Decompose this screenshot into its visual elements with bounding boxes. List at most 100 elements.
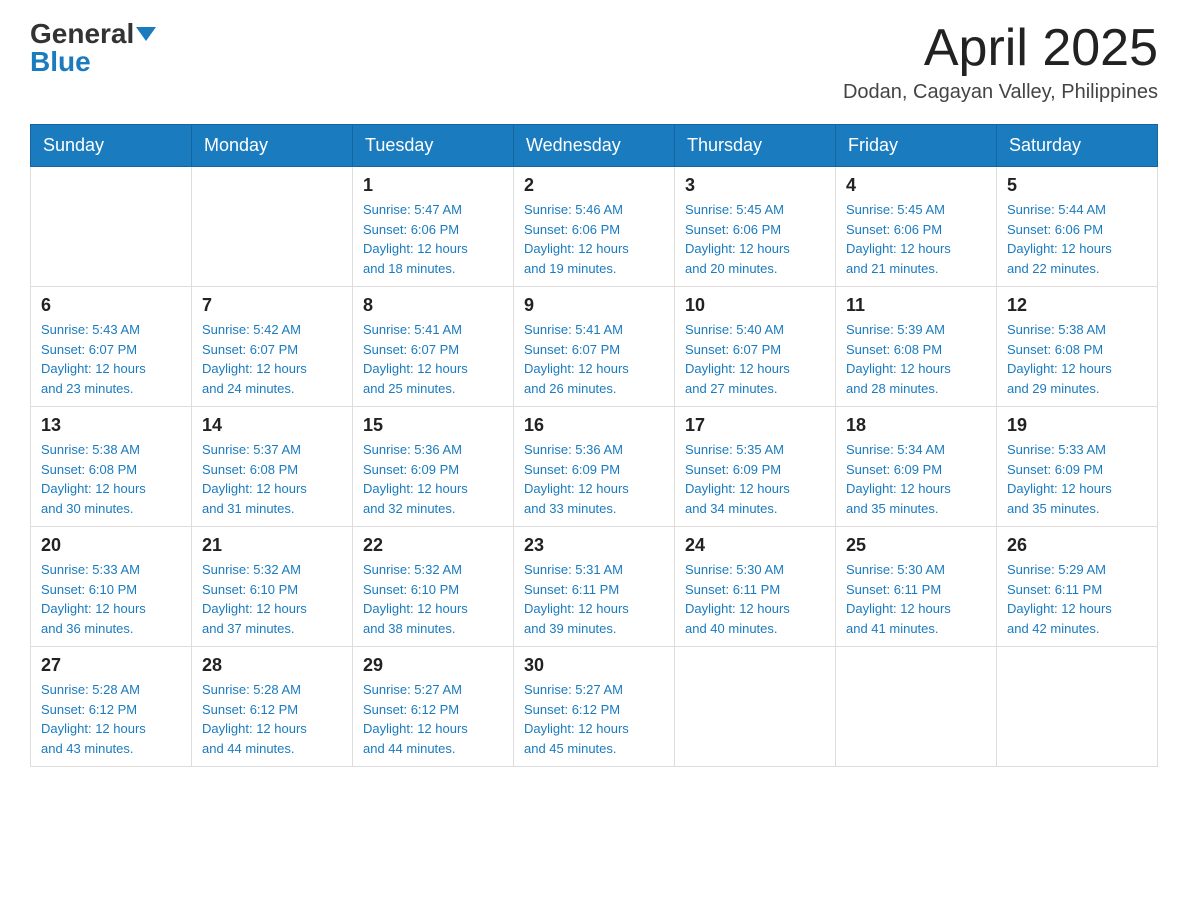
day-info: Sunrise: 5:41 AM Sunset: 6:07 PM Dayligh…: [524, 320, 664, 398]
day-info: Sunrise: 5:40 AM Sunset: 6:07 PM Dayligh…: [685, 320, 825, 398]
day-number: 21: [202, 535, 342, 556]
calendar-cell: 22 Sunrise: 5:32 AM Sunset: 6:10 PM Dayli…: [353, 527, 514, 647]
week-row-1: 1 Sunrise: 5:47 AM Sunset: 6:06 PM Daylig…: [31, 167, 1158, 287]
weekday-header-wednesday: Wednesday: [514, 125, 675, 167]
day-number: 23: [524, 535, 664, 556]
day-number: 30: [524, 655, 664, 676]
calendar-cell: 18 Sunrise: 5:34 AM Sunset: 6:09 PM Dayli…: [836, 407, 997, 527]
day-number: 11: [846, 295, 986, 316]
day-number: 17: [685, 415, 825, 436]
day-info: Sunrise: 5:36 AM Sunset: 6:09 PM Dayligh…: [363, 440, 503, 518]
week-row-3: 13 Sunrise: 5:38 AM Sunset: 6:08 PM Dayli…: [31, 407, 1158, 527]
location-subtitle: Dodan, Cagayan Valley, Philippines: [843, 81, 1158, 104]
day-number: 19: [1007, 415, 1147, 436]
day-info: Sunrise: 5:27 AM Sunset: 6:12 PM Dayligh…: [363, 680, 503, 758]
day-info: Sunrise: 5:34 AM Sunset: 6:09 PM Dayligh…: [846, 440, 986, 518]
day-number: 5: [1007, 175, 1147, 196]
day-number: 26: [1007, 535, 1147, 556]
calendar-cell: 2 Sunrise: 5:46 AM Sunset: 6:06 PM Daylig…: [514, 167, 675, 287]
day-info: Sunrise: 5:33 AM Sunset: 6:09 PM Dayligh…: [1007, 440, 1147, 518]
weekday-header-friday: Friday: [836, 125, 997, 167]
calendar-cell: 14 Sunrise: 5:37 AM Sunset: 6:08 PM Dayli…: [192, 407, 353, 527]
day-info: Sunrise: 5:43 AM Sunset: 6:07 PM Dayligh…: [41, 320, 181, 398]
calendar-cell: [997, 647, 1158, 767]
calendar-cell: 6Sunrise: 5:43 AM Sunset: 6:07 PM Daylig…: [31, 287, 192, 407]
day-info: Sunrise: 5:29 AM Sunset: 6:11 PM Dayligh…: [1007, 560, 1147, 638]
day-info: Sunrise: 5:30 AM Sunset: 6:11 PM Dayligh…: [846, 560, 986, 638]
calendar-cell: 11Sunrise: 5:39 AM Sunset: 6:08 PM Dayli…: [836, 287, 997, 407]
day-info: Sunrise: 5:42 AM Sunset: 6:07 PM Dayligh…: [202, 320, 342, 398]
day-number: 9: [524, 295, 664, 316]
day-number: 28: [202, 655, 342, 676]
logo-triangle-icon: [136, 27, 156, 41]
week-row-5: 27Sunrise: 5:28 AM Sunset: 6:12 PM Dayli…: [31, 647, 1158, 767]
day-info: Sunrise: 5:32 AM Sunset: 6:10 PM Dayligh…: [202, 560, 342, 638]
day-info: Sunrise: 5:47 AM Sunset: 6:06 PM Dayligh…: [363, 200, 503, 278]
day-info: Sunrise: 5:31 AM Sunset: 6:11 PM Dayligh…: [524, 560, 664, 638]
calendar-table: SundayMondayTuesdayWednesdayThursdayFrid…: [30, 124, 1158, 767]
day-info: Sunrise: 5:28 AM Sunset: 6:12 PM Dayligh…: [41, 680, 181, 758]
calendar-cell: [836, 647, 997, 767]
calendar-cell: [675, 647, 836, 767]
calendar-cell: 7 Sunrise: 5:42 AM Sunset: 6:07 PM Daylig…: [192, 287, 353, 407]
day-number: 15: [363, 415, 503, 436]
day-number: 20: [41, 535, 181, 556]
logo-blue-text: Blue: [30, 48, 91, 76]
day-info: Sunrise: 5:44 AM Sunset: 6:06 PM Dayligh…: [1007, 200, 1147, 278]
calendar-cell: 5 Sunrise: 5:44 AM Sunset: 6:06 PM Daylig…: [997, 167, 1158, 287]
calendar-cell: 28 Sunrise: 5:28 AM Sunset: 6:12 PM Dayli…: [192, 647, 353, 767]
day-number: 1: [363, 175, 503, 196]
calendar-cell: 12 Sunrise: 5:38 AM Sunset: 6:08 PM Dayli…: [997, 287, 1158, 407]
day-number: 14: [202, 415, 342, 436]
day-number: 7: [202, 295, 342, 316]
day-number: 3: [685, 175, 825, 196]
day-number: 25: [846, 535, 986, 556]
week-row-4: 20 Sunrise: 5:33 AM Sunset: 6:10 PM Dayli…: [31, 527, 1158, 647]
calendar-cell: 8Sunrise: 5:41 AM Sunset: 6:07 PM Daylig…: [353, 287, 514, 407]
weekday-header-monday: Monday: [192, 125, 353, 167]
day-info: Sunrise: 5:38 AM Sunset: 6:08 PM Dayligh…: [41, 440, 181, 518]
day-info: Sunrise: 5:27 AM Sunset: 6:12 PM Dayligh…: [524, 680, 664, 758]
calendar-cell: 15 Sunrise: 5:36 AM Sunset: 6:09 PM Dayli…: [353, 407, 514, 527]
calendar-cell: 16Sunrise: 5:36 AM Sunset: 6:09 PM Dayli…: [514, 407, 675, 527]
weekday-header-saturday: Saturday: [997, 125, 1158, 167]
day-info: Sunrise: 5:32 AM Sunset: 6:10 PM Dayligh…: [363, 560, 503, 638]
page-header: General Blue April 2025 Dodan, Cagayan V…: [30, 20, 1158, 104]
calendar-cell: 30 Sunrise: 5:27 AM Sunset: 6:12 PM Dayli…: [514, 647, 675, 767]
day-info: Sunrise: 5:33 AM Sunset: 6:10 PM Dayligh…: [41, 560, 181, 638]
calendar-cell: [192, 167, 353, 287]
calendar-cell: 17 Sunrise: 5:35 AM Sunset: 6:09 PM Dayli…: [675, 407, 836, 527]
day-info: Sunrise: 5:35 AM Sunset: 6:09 PM Dayligh…: [685, 440, 825, 518]
calendar-cell: 4Sunrise: 5:45 AM Sunset: 6:06 PM Daylig…: [836, 167, 997, 287]
day-info: Sunrise: 5:28 AM Sunset: 6:12 PM Dayligh…: [202, 680, 342, 758]
day-number: 13: [41, 415, 181, 436]
calendar-cell: 10 Sunrise: 5:40 AM Sunset: 6:07 PM Dayli…: [675, 287, 836, 407]
day-info: Sunrise: 5:45 AM Sunset: 6:06 PM Dayligh…: [685, 200, 825, 278]
calendar-cell: 1 Sunrise: 5:47 AM Sunset: 6:06 PM Daylig…: [353, 167, 514, 287]
day-info: Sunrise: 5:38 AM Sunset: 6:08 PM Dayligh…: [1007, 320, 1147, 398]
calendar-cell: 21 Sunrise: 5:32 AM Sunset: 6:10 PM Dayli…: [192, 527, 353, 647]
weekday-header-sunday: Sunday: [31, 125, 192, 167]
day-info: Sunrise: 5:46 AM Sunset: 6:06 PM Dayligh…: [524, 200, 664, 278]
weekday-header-thursday: Thursday: [675, 125, 836, 167]
calendar-cell: 13 Sunrise: 5:38 AM Sunset: 6:08 PM Dayli…: [31, 407, 192, 527]
day-number: 10: [685, 295, 825, 316]
day-info: Sunrise: 5:41 AM Sunset: 6:07 PM Dayligh…: [363, 320, 503, 398]
day-number: 4: [846, 175, 986, 196]
calendar-cell: [31, 167, 192, 287]
day-number: 24: [685, 535, 825, 556]
calendar-cell: 3 Sunrise: 5:45 AM Sunset: 6:06 PM Daylig…: [675, 167, 836, 287]
day-number: 12: [1007, 295, 1147, 316]
calendar-cell: 29Sunrise: 5:27 AM Sunset: 6:12 PM Dayli…: [353, 647, 514, 767]
day-info: Sunrise: 5:37 AM Sunset: 6:08 PM Dayligh…: [202, 440, 342, 518]
calendar-cell: 25 Sunrise: 5:30 AM Sunset: 6:11 PM Dayli…: [836, 527, 997, 647]
logo-general-text: General: [30, 20, 134, 48]
day-number: 18: [846, 415, 986, 436]
calendar-cell: 27Sunrise: 5:28 AM Sunset: 6:12 PM Dayli…: [31, 647, 192, 767]
calendar-cell: 24Sunrise: 5:30 AM Sunset: 6:11 PM Dayli…: [675, 527, 836, 647]
calendar-cell: 9 Sunrise: 5:41 AM Sunset: 6:07 PM Daylig…: [514, 287, 675, 407]
weekday-header-tuesday: Tuesday: [353, 125, 514, 167]
day-number: 22: [363, 535, 503, 556]
day-number: 2: [524, 175, 664, 196]
calendar-cell: 20 Sunrise: 5:33 AM Sunset: 6:10 PM Dayli…: [31, 527, 192, 647]
